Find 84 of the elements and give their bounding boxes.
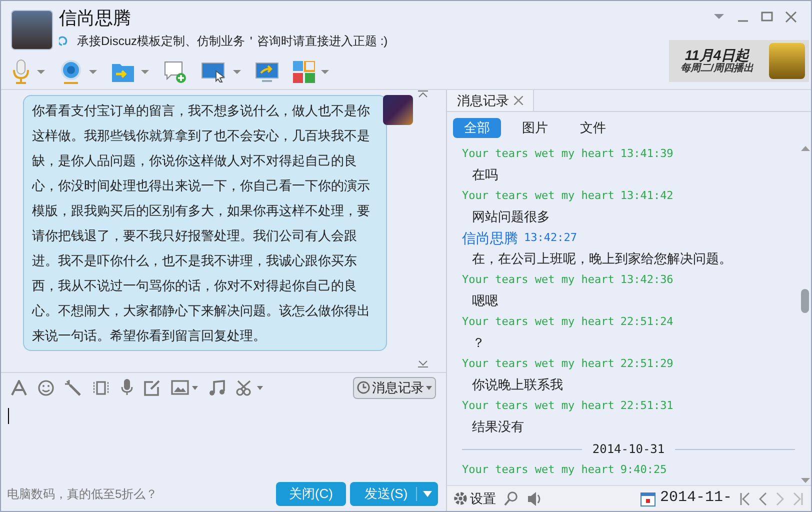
- sender-name: Your tears wet my heart: [462, 146, 614, 162]
- sender-name: Your tears wet my heart: [462, 356, 614, 372]
- sender-avatar: [383, 95, 413, 125]
- message-time: 13:41:42: [620, 188, 674, 204]
- message-text: 嗯嗯: [472, 292, 498, 310]
- scrollbar-thumb[interactable]: [801, 289, 809, 313]
- message-bubble: 你看看支付宝订单的留言，我不想多说什么，做人也不是你这样做。我那些钱你就算拿到了也不会安心，几百块我不是缺，是你人品问题，你说你这样做人对不对得起自己的良心，你没时间处理也得出来说一下，你自己看一下你的演示模版，跟我购买后的区别有多大，如果你再这样不处理，要请你把钱退了，要不我只好报警处理。我们公司有人会跟进。我不是吓你什么，也不是我不讲理，我诚心跟你买东西，我从不说过一句骂你的话，你对不对得起你自己的良心。不想闹大，大家都静心下来解决问题。该怎么做你得出来说一句话。希望你看到留言回复处理。: [23, 95, 387, 351]
- sender-name: Your tears wet my heart: [462, 314, 614, 330]
- maximize-icon[interactable]: [761, 11, 773, 23]
- first-page-icon[interactable]: [740, 492, 750, 506]
- filter-tab[interactable]: 图片: [511, 118, 559, 138]
- dropdown-caret-icon[interactable]: [713, 11, 725, 21]
- edit-icon[interactable]: [144, 380, 160, 396]
- font-icon[interactable]: [11, 380, 27, 396]
- sender-name: Your tears wet my heart: [462, 188, 614, 204]
- message-time: 22:51:24: [620, 314, 674, 330]
- message-time: 13:42:36: [620, 272, 674, 288]
- contact-avatar[interactable]: [11, 10, 53, 50]
- caret-icon[interactable]: [192, 386, 198, 390]
- message-text: 你说晚上联系我: [472, 376, 563, 394]
- caret-icon[interactable]: [141, 69, 149, 75]
- calendar-icon[interactable]: [640, 490, 656, 506]
- previous-icon[interactable]: [759, 492, 767, 506]
- close-icon[interactable]: [785, 11, 797, 23]
- filter-tab[interactable]: 全部: [453, 118, 501, 138]
- apps-grid-icon[interactable]: [293, 61, 315, 83]
- clock-icon: [357, 381, 370, 394]
- date-separator: 2014-10-31: [592, 441, 665, 458]
- sender-name: Your tears wet my heart: [462, 462, 614, 478]
- webcam-icon[interactable]: [59, 59, 83, 85]
- ad-subline: 每周二/周四播出: [680, 63, 754, 75]
- message-text: 在吗: [472, 166, 498, 184]
- caret-icon[interactable]: [257, 386, 263, 390]
- search-icon[interactable]: [504, 491, 519, 506]
- sender-name: 信尚思腾: [462, 228, 518, 248]
- message-time: 13:41:39: [620, 146, 674, 162]
- expand-icon[interactable]: [417, 360, 429, 368]
- message-add-icon[interactable]: [163, 60, 187, 84]
- ad-headline: 11月4日起: [684, 47, 750, 63]
- history-tab[interactable]: 消息记录: [447, 90, 534, 111]
- text-cursor: [8, 408, 9, 424]
- caret-icon[interactable]: [89, 69, 97, 75]
- ad-logo: [769, 43, 805, 79]
- caret-icon[interactable]: [233, 69, 241, 75]
- settings-link[interactable]: 设置: [470, 488, 496, 508]
- magic-wand-icon[interactable]: [65, 380, 81, 396]
- filter-tab[interactable]: 文件: [569, 118, 617, 138]
- contact-name: 信尚思腾: [59, 7, 132, 29]
- caret-icon[interactable]: [37, 69, 45, 75]
- caret-icon[interactable]: [321, 69, 329, 75]
- settings-icon[interactable]: [453, 491, 468, 506]
- microphone-icon[interactable]: [121, 379, 133, 396]
- vibrate-icon[interactable]: [92, 380, 110, 396]
- sender-name: Your tears wet my heart: [462, 398, 614, 414]
- message-time: 9:40:25: [620, 462, 667, 478]
- ad-tip-link[interactable]: 电脑数码，真的低至5折么？: [7, 485, 158, 503]
- screen-share-icon[interactable]: [201, 61, 227, 83]
- message-text: 在，在公司上班呢，晚上到家给您解决问题。: [472, 250, 732, 268]
- message-text: ？: [472, 334, 485, 352]
- scroll-up-icon[interactable]: [800, 146, 810, 151]
- close-icon[interactable]: [514, 96, 523, 105]
- sender-name: Your tears wet my heart: [462, 272, 614, 288]
- scrollbar[interactable]: [799, 144, 811, 485]
- message-time: 22:51:31: [620, 398, 674, 414]
- signature-text: 承接Discuz模板定制、仿制业务＇咨询时请直接进入正题 :): [77, 33, 388, 50]
- caret-icon[interactable]: [423, 491, 432, 497]
- image-icon[interactable]: [171, 380, 189, 395]
- history-tab-label: 消息记录: [457, 92, 509, 110]
- music-note-icon[interactable]: [209, 380, 225, 396]
- scroll-down-icon[interactable]: [800, 478, 810, 483]
- folder-icon[interactable]: [111, 61, 135, 83]
- history-button[interactable]: 消息记录: [353, 376, 436, 398]
- message-text: 网站问题很多: [472, 208, 550, 226]
- caret-icon: [426, 386, 432, 390]
- message-time: 22:51:29: [620, 356, 674, 372]
- emoji-icon[interactable]: [38, 380, 54, 396]
- speaker-icon[interactable]: [527, 490, 543, 506]
- remote-screen-icon[interactable]: [255, 61, 279, 83]
- ad-banner[interactable]: 11月4日起 每周二/周四播出: [669, 40, 809, 82]
- message-time: 13:42:27: [524, 230, 577, 246]
- microphone-icon[interactable]: [11, 59, 31, 85]
- collapse-icon[interactable]: [417, 90, 429, 98]
- message-text: 结果没有: [472, 418, 524, 436]
- date-field[interactable]: 2014-11-: [660, 487, 732, 510]
